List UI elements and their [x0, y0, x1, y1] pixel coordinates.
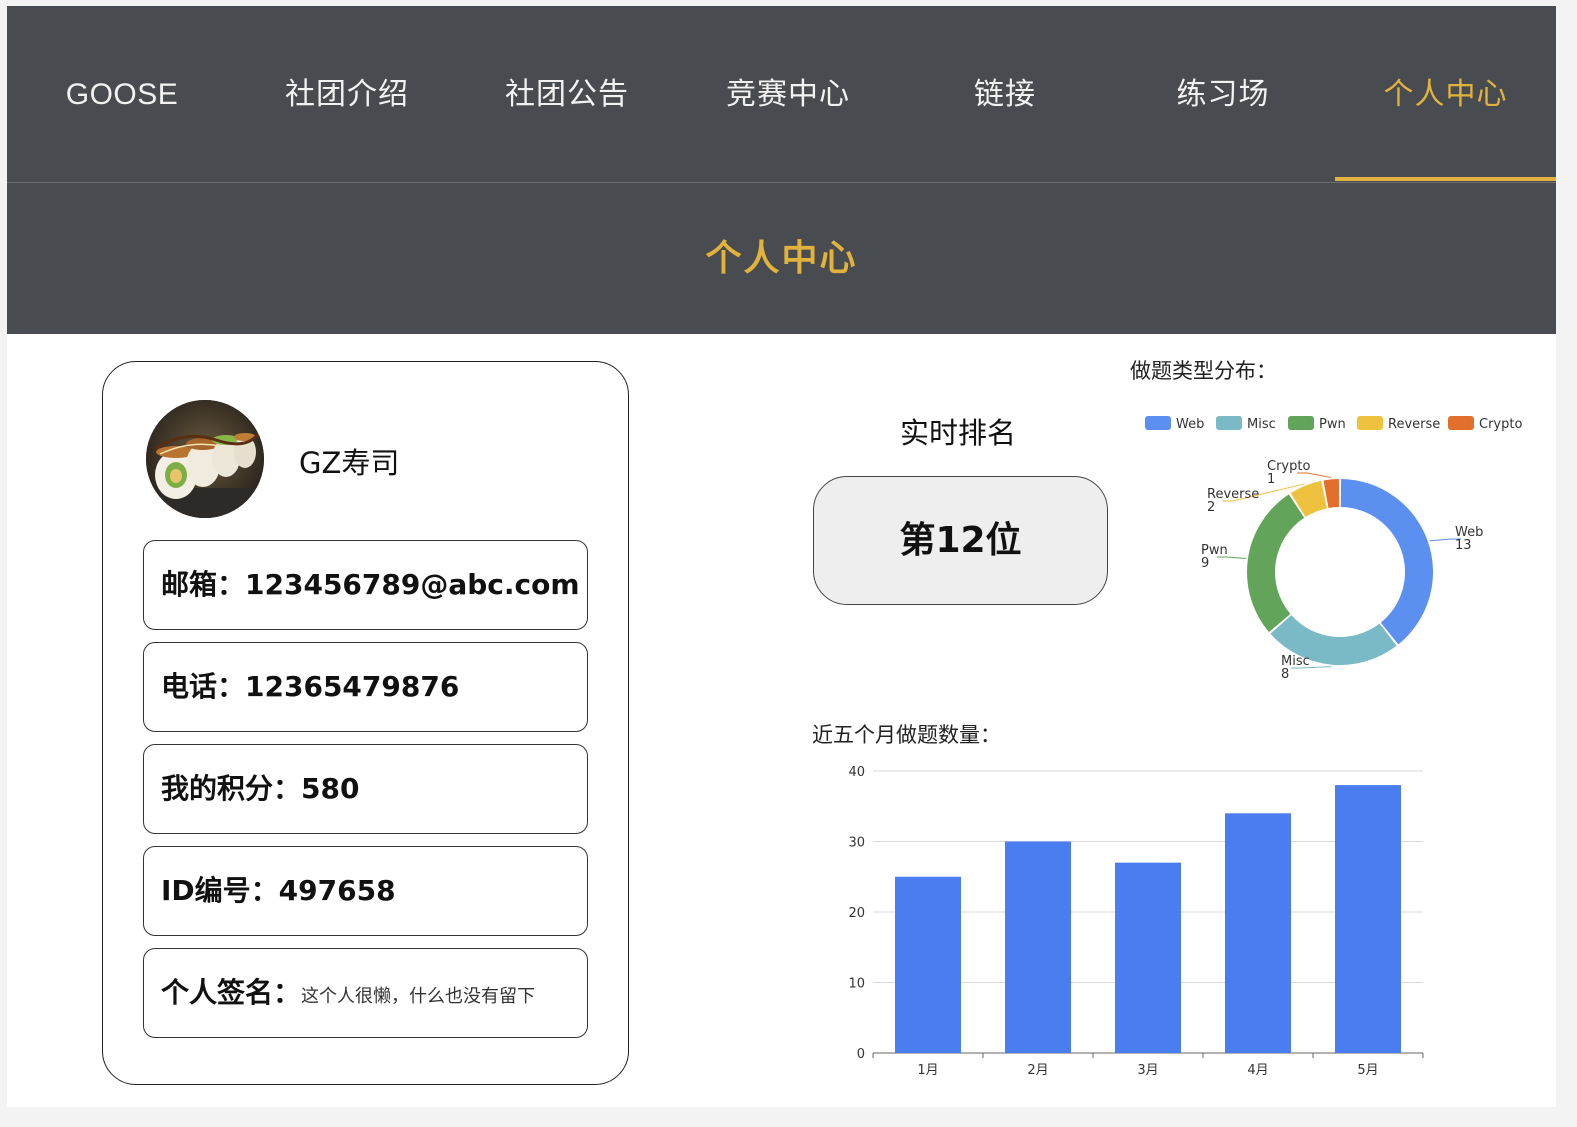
legend-label-web: Web — [1176, 417, 1205, 432]
bar-1[interactable] — [895, 876, 961, 1053]
donut-slice-pwn[interactable] — [1247, 494, 1305, 633]
bar-chart-title: 近五个月做题数量： — [812, 723, 1001, 747]
legend-item-pwn[interactable]: Pwn — [1288, 415, 1346, 435]
nav-item-club-intro[interactable]: 社团介绍 — [237, 6, 457, 182]
legend-item-crypto[interactable]: Crypto — [1448, 415, 1522, 435]
nav-item-club-notice[interactable]: 社团公告 — [457, 6, 677, 182]
nav-item-links[interactable]: 链接 — [899, 6, 1111, 182]
username: GZ寿司 — [299, 446, 400, 480]
bar-3[interactable] — [1115, 862, 1181, 1053]
legend-label-misc: Misc — [1247, 417, 1276, 432]
email-label: 邮箱： — [161, 568, 246, 601]
top-nav: GOOSE 社团介绍 社团公告 竞赛中心 链接 练习场 个人中心 — [7, 6, 1556, 183]
donut-value-misc: 8 — [1281, 667, 1289, 682]
id-field: ID编号：497658 — [143, 846, 588, 936]
phone-value: 12365479876 — [245, 670, 460, 703]
donut-value-pwn: 9 — [1201, 556, 1209, 571]
phone-field: 电话：12365479876 — [143, 642, 588, 732]
rank-title: 实时排名 — [900, 416, 1017, 450]
signature-label: 个人签名： — [161, 976, 302, 1009]
bar-chart: 0 10 20 30 40 1月 2月 3月 4月 5月 — [848, 765, 1424, 1078]
x-tick-label: 5月 — [1357, 1063, 1378, 1078]
page-title: 个人中心 — [705, 238, 858, 279]
nav-active-underline — [1335, 177, 1556, 181]
phone-label: 电话： — [161, 670, 246, 703]
profile-card: GZ寿司 邮箱：123456789@abc.com 电话：12365479876… — [102, 361, 629, 1085]
id-label: ID编号： — [161, 874, 279, 907]
donut-value-reverse: 2 — [1207, 500, 1215, 515]
rank-badge: 第12位 — [813, 476, 1108, 605]
legend-label-reverse: Reverse — [1388, 417, 1441, 432]
legend-label-pwn: Pwn — [1319, 417, 1346, 432]
bar-4[interactable] — [1225, 813, 1291, 1053]
legend-item-misc[interactable]: Misc — [1216, 415, 1276, 435]
y-tick-label: 10 — [848, 977, 865, 992]
avatar[interactable] — [146, 400, 264, 518]
donut-value-web: 13 — [1455, 538, 1472, 553]
x-tick-label: 4月 — [1247, 1063, 1268, 1078]
points-label: 我的积分： — [161, 772, 302, 805]
y-tick-label: 40 — [848, 765, 865, 780]
pie-chart-title: 做题类型分布： — [1130, 359, 1277, 383]
email-field: 邮箱：123456789@abc.com — [143, 540, 588, 630]
legend-label-crypto: Crypto — [1479, 417, 1523, 432]
y-tick-label: 30 — [848, 836, 865, 851]
legend-item-reverse[interactable]: Reverse — [1357, 415, 1440, 435]
nav-brand-goose[interactable]: GOOSE — [7, 6, 237, 182]
donut-slice-web[interactable] — [1340, 479, 1433, 645]
signature-value: 这个人很懒，什么也没有留下 — [301, 986, 536, 1007]
y-tick-label: 20 — [848, 906, 865, 921]
x-tick-label: 3月 — [1137, 1063, 1158, 1078]
page-frame: GOOSE 社团介绍 社团公告 竞赛中心 链接 练习场 个人中心 个人中心 GZ… — [7, 6, 1556, 1107]
donut-value-crypto: 1 — [1267, 472, 1275, 487]
donut-chart: Web13Misc8Pwn9Reverse2Crypto1 — [1201, 459, 1483, 682]
nav-item-practice[interactable]: 练习场 — [1111, 6, 1335, 182]
signature-field: 个人签名：这个人很懒，什么也没有留下 — [143, 948, 588, 1038]
x-tick-label: 2月 — [1027, 1063, 1048, 1078]
page-banner: 个人中心 — [7, 183, 1556, 334]
nav-item-competition-center[interactable]: 竞赛中心 — [677, 6, 899, 182]
x-tick-label: 1月 — [917, 1063, 938, 1078]
id-value: 497658 — [278, 874, 396, 907]
email-value: 123456789@abc.com — [245, 568, 580, 601]
points-field: 我的积分：580 — [143, 744, 588, 834]
points-value: 580 — [301, 772, 360, 805]
legend-item-web[interactable]: Web — [1145, 415, 1204, 435]
nav-item-personal-center[interactable]: 个人中心 — [1335, 6, 1556, 182]
bar-5[interactable] — [1335, 785, 1401, 1053]
bar-2[interactable] — [1005, 841, 1071, 1054]
y-tick-label: 0 — [857, 1047, 865, 1062]
sushi-avatar-icon — [146, 400, 264, 518]
